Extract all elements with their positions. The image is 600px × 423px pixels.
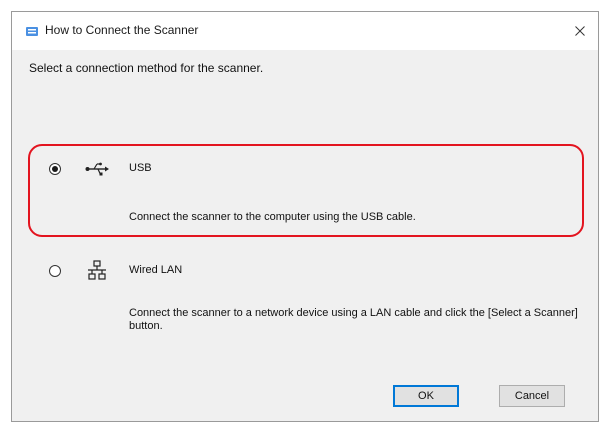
usb-label: USB: [129, 162, 152, 174]
window-title: How to Connect the Scanner: [45, 23, 199, 37]
usb-icon: [85, 161, 109, 182]
instruction-text: Select a connection method for the scann…: [29, 61, 264, 75]
wired-lan-description: Connect the scanner to a network device …: [129, 307, 578, 332]
wired-lan-label: Wired LAN: [129, 264, 183, 276]
network-icon: [87, 260, 107, 287]
cancel-button[interactable]: Cancel: [499, 385, 565, 407]
close-button[interactable]: [562, 12, 598, 50]
ok-button[interactable]: OK: [393, 385, 459, 407]
close-icon: [575, 26, 585, 36]
usb-radio[interactable]: [49, 163, 61, 175]
title-bar: How to Connect the Scanner: [12, 12, 598, 50]
usb-description: Connect the scanner to the computer usin…: [129, 211, 416, 223]
wired-lan-radio[interactable]: [49, 265, 61, 277]
connect-scanner-dialog: How to Connect the Scanner Select a conn…: [11, 11, 599, 422]
scanner-app-icon: [25, 25, 39, 38]
dialog-body: [12, 50, 598, 421]
